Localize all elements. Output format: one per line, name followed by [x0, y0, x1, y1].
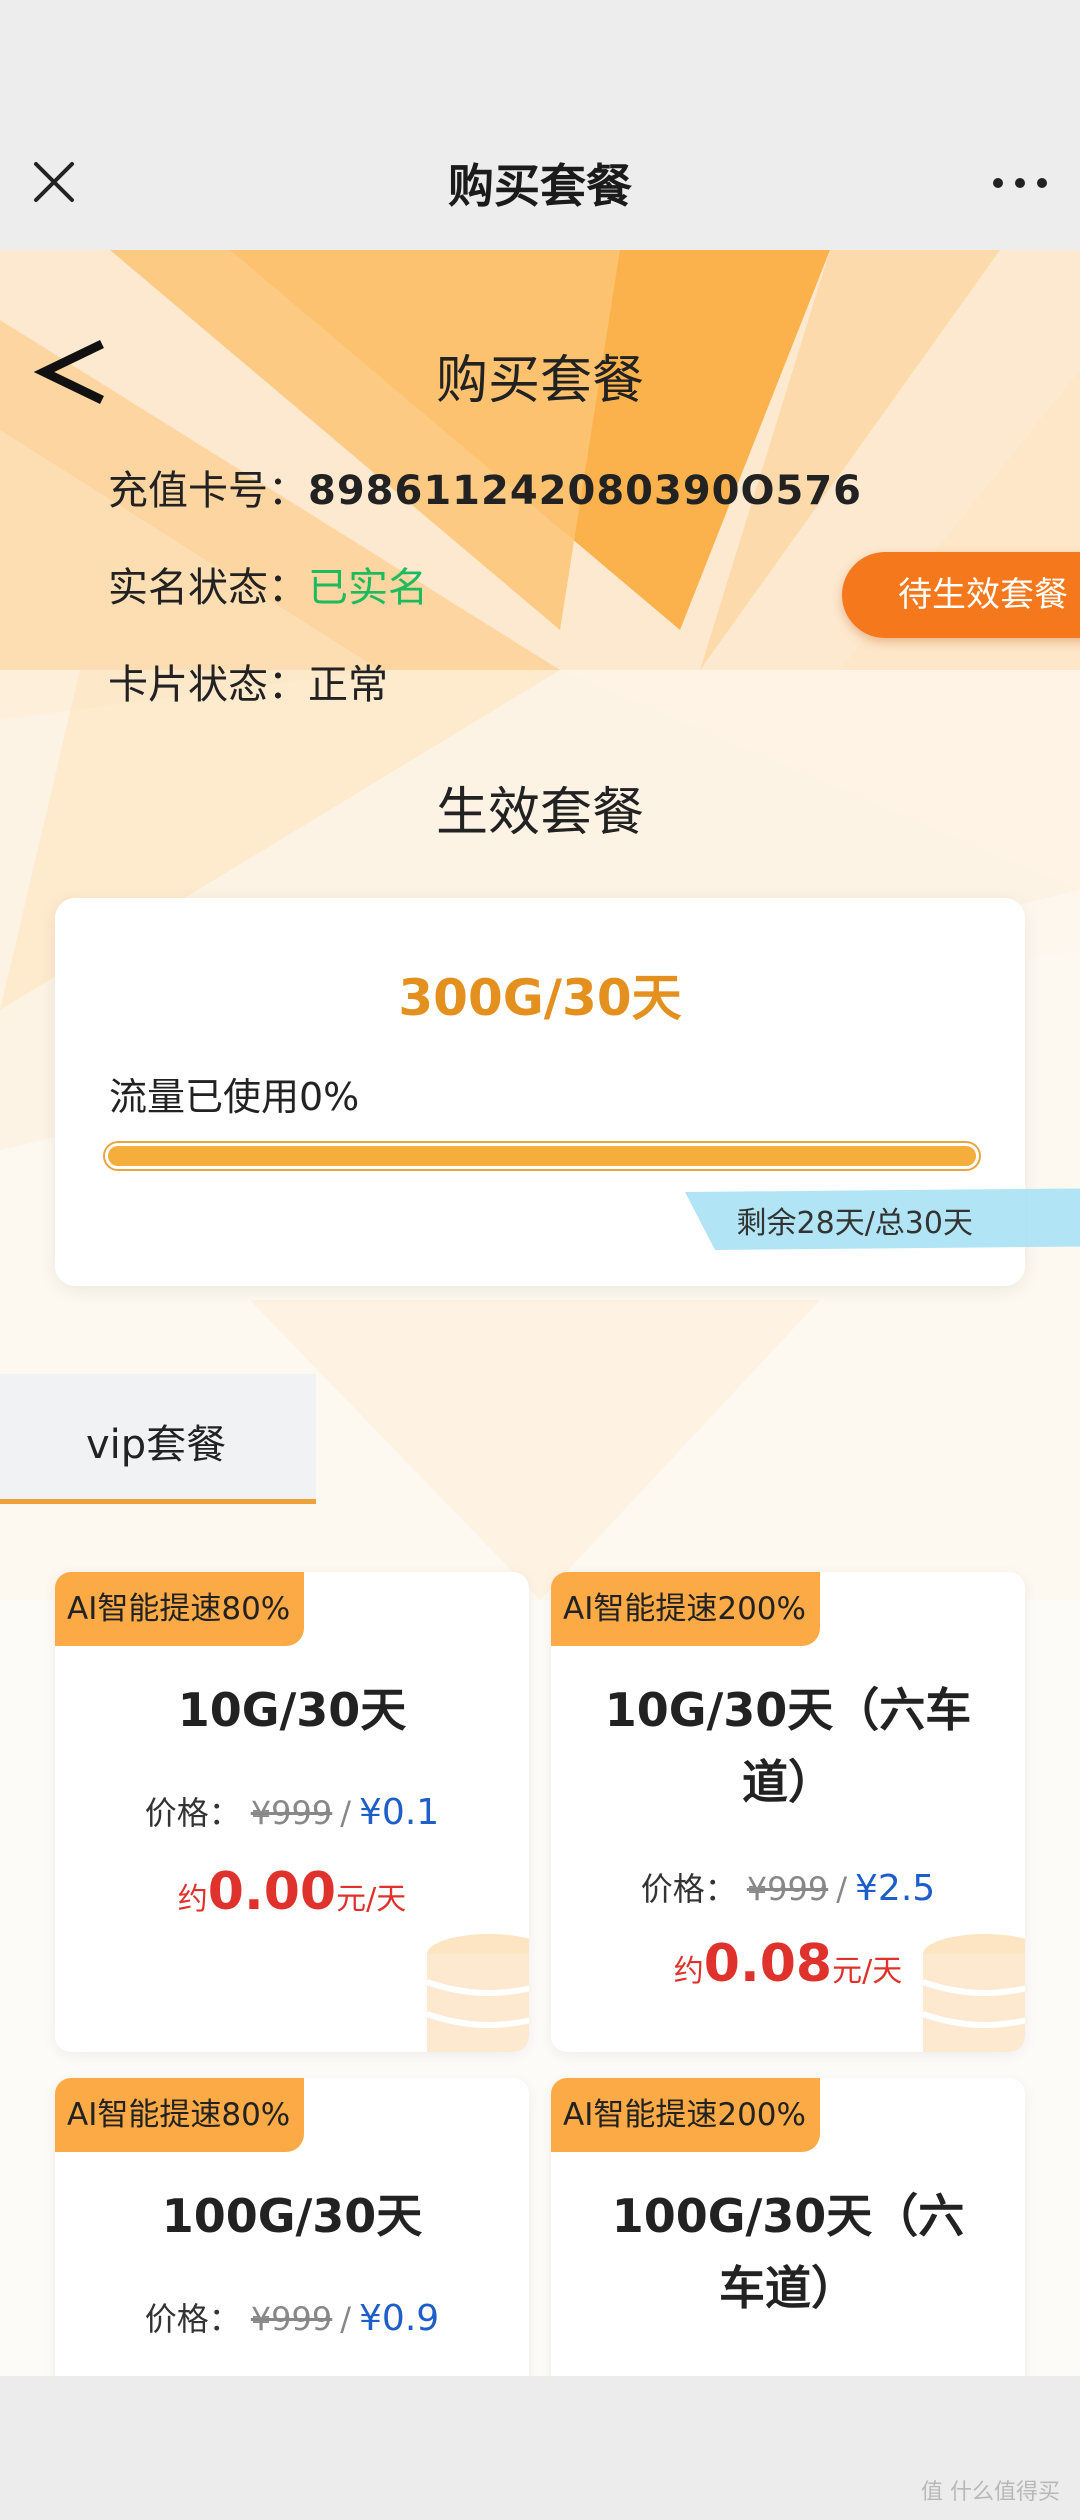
- speed-badge: AI智能提速200%: [551, 1572, 820, 1646]
- card-status-label: 卡片状态：: [108, 662, 308, 708]
- price-separator: /: [340, 1794, 352, 1832]
- page-content: 购买套餐 充值卡号：898611242080390O576 实名状态：已实名 卡…: [0, 250, 1080, 2376]
- sale-price: ¥0.1: [359, 1792, 440, 1833]
- package-price: 价格： ¥999/¥0.1: [55, 1788, 529, 1834]
- package-price: 价格： ¥999/¥2.5: [551, 1864, 1025, 1910]
- card-number-value: 898611242080390O576: [308, 468, 862, 514]
- usage-progress-fill: [108, 1146, 976, 1166]
- price-label: 价格：: [144, 1794, 241, 1832]
- active-plan-section-title: 生效套餐: [435, 783, 644, 843]
- package-name: 10G/30天（六车道）: [604, 1683, 972, 1809]
- package-name: 10G/30天: [177, 1683, 407, 1737]
- price-separator: /: [836, 1870, 848, 1908]
- card-status-row: 卡片状态：正常: [108, 652, 388, 710]
- more-dots-icon[interactable]: [990, 168, 1050, 198]
- realname-value: 已实名: [308, 565, 428, 611]
- bottom-area: 值 什么值得买: [0, 2376, 1080, 2520]
- realname-label: 实名状态：: [108, 565, 308, 611]
- package-card[interactable]: AI智能提速80% 100G/30天 价格： ¥999/¥0.9: [55, 2078, 529, 2376]
- usage-progress-bar: [103, 1141, 981, 1171]
- package-price: 价格： ¥999/¥0.9: [55, 2294, 529, 2340]
- page-title: 购买套餐: [435, 351, 644, 411]
- pending-plans-button[interactable]: 待生效套餐: [842, 552, 1080, 638]
- coins-icon: [921, 1934, 1025, 2052]
- active-plan-card: 300G/30天 流量已使用0% 剩余28天/总30天: [55, 898, 1080, 1286]
- usage-text: 流量已使用0%: [109, 1075, 360, 1119]
- speed-badge: AI智能提速80%: [55, 2078, 305, 2152]
- tab-vip[interactable]: vip套餐: [0, 1374, 316, 1504]
- coins-icon: [425, 1934, 529, 2052]
- sale-price: ¥0.9: [359, 2298, 440, 2339]
- card-number-label: 充值卡号：: [108, 468, 308, 514]
- price-label: 价格：: [144, 2300, 241, 2338]
- sale-price: ¥2.5: [855, 1868, 936, 1909]
- daily-value: 0.00: [207, 1862, 337, 1922]
- daily-cost: 约0.00元/天: [55, 1862, 529, 1922]
- daily-unit: 元/天: [336, 1882, 407, 1917]
- package-card[interactable]: AI智能提速80% 10G/30天 价格： ¥999/¥0.1 约0.00元/天: [55, 1572, 529, 2052]
- price-label: 价格：: [640, 1870, 737, 1908]
- tab-active-indicator: [0, 1499, 316, 1504]
- daily-prefix: 约: [673, 1954, 704, 1989]
- remaining-days: 剩余28天/总30天: [736, 1206, 973, 1241]
- speed-badge: AI智能提速200%: [551, 2078, 820, 2152]
- app-title: 购买套餐: [448, 159, 632, 213]
- package-card[interactable]: AI智能提速200% 100G/30天（六车道）: [551, 2078, 1025, 2376]
- app-top-bar: 购买套餐: [0, 0, 1080, 250]
- daily-unit: 元/天: [832, 1954, 903, 1989]
- package-name: 100G/30天（六车道）: [611, 2189, 965, 2315]
- daily-prefix: 约: [177, 1882, 208, 1917]
- card-number-row: 充值卡号：898611242080390O576: [108, 458, 862, 516]
- price-separator: /: [340, 2300, 352, 2338]
- active-plan-name: 300G/30天: [398, 969, 682, 1027]
- watermark: 值 什么值得买: [921, 2480, 1060, 2505]
- tab-vip-label: vip套餐: [86, 1422, 227, 1468]
- realname-row: 实名状态：已实名: [108, 555, 428, 613]
- daily-value: 0.08: [703, 1934, 833, 1994]
- card-status-value: 正常: [308, 662, 388, 708]
- speed-badge: AI智能提速80%: [55, 1572, 305, 1646]
- package-card[interactable]: AI智能提速200% 10G/30天（六车道） 价格： ¥999/¥2.5 约0.…: [551, 1572, 1025, 2052]
- original-price: ¥999: [250, 1794, 333, 1832]
- package-name: 100G/30天: [161, 2189, 423, 2243]
- original-price: ¥999: [250, 2300, 333, 2338]
- original-price: ¥999: [746, 1870, 829, 1908]
